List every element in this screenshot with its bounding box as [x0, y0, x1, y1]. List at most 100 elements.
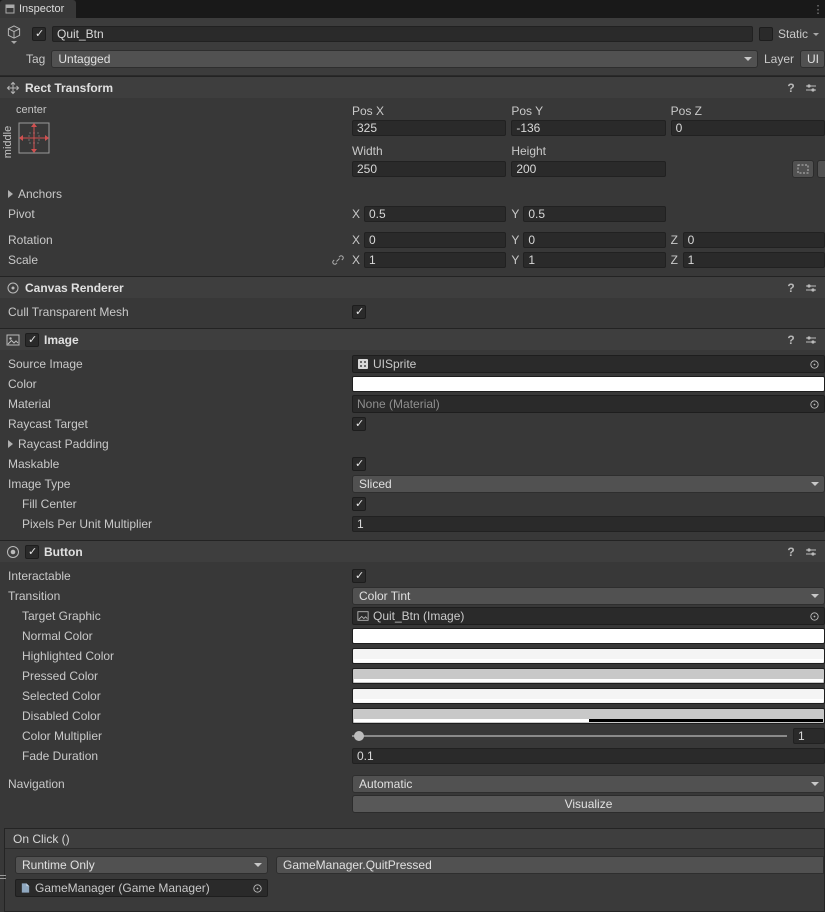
pixels-per-unit-label: Pixels Per Unit Multiplier: [22, 517, 153, 531]
axis-z-label: Z: [670, 233, 678, 247]
anchor-preset-widget[interactable]: [14, 118, 54, 158]
image-enabled-checkbox[interactable]: [25, 332, 39, 347]
image-icon: [357, 610, 369, 622]
raw-edit-mode-button[interactable]: [816, 160, 825, 178]
event-mode-value: Runtime Only: [22, 858, 95, 872]
button-body: Interactable Transition Color Tint Targe…: [0, 562, 825, 820]
pressed-color-swatch[interactable]: [352, 668, 825, 684]
tag-label: Tag: [26, 52, 46, 66]
layer-label: Layer: [763, 52, 794, 66]
source-image-field[interactable]: UISprite: [352, 355, 825, 373]
pivot-y-input[interactable]: [523, 206, 666, 222]
presets-icon[interactable]: [803, 546, 819, 558]
pivot-x-input[interactable]: [364, 206, 507, 222]
disabled-color-swatch[interactable]: [352, 708, 825, 724]
rotation-z-input[interactable]: [682, 232, 825, 248]
static-dropdown-caret[interactable]: [813, 33, 819, 36]
image-header[interactable]: Image ?: [0, 328, 825, 350]
pixels-per-unit-input[interactable]: [352, 516, 825, 532]
interactable-checkbox[interactable]: [352, 569, 366, 583]
fill-center-checkbox[interactable]: [352, 497, 366, 511]
image-color-swatch[interactable]: [352, 376, 825, 392]
navigation-dropdown[interactable]: Automatic: [352, 775, 825, 793]
navigation-label: Navigation: [8, 777, 65, 791]
slider-handle[interactable]: [354, 731, 364, 741]
color-multiplier-input[interactable]: [793, 728, 825, 744]
event-target-field[interactable]: GameManager (Game Manager): [15, 879, 268, 897]
fill-center-label: Fill Center: [22, 497, 77, 511]
button-header[interactable]: Button ?: [0, 540, 825, 562]
link-scale-icon[interactable]: [332, 254, 344, 266]
axis-z-label: Z: [670, 253, 678, 267]
visualize-button[interactable]: Visualize: [352, 795, 825, 813]
help-icon[interactable]: ?: [784, 545, 798, 559]
pressed-color-label: Pressed Color: [22, 669, 99, 683]
fade-duration-input[interactable]: [352, 748, 825, 764]
axis-x-label: X: [352, 253, 361, 267]
on-click-header: On Click (): [5, 829, 824, 849]
rotation-x-input[interactable]: [364, 232, 507, 248]
help-icon[interactable]: ?: [784, 333, 798, 347]
material-field[interactable]: None (Material): [352, 395, 825, 413]
object-picker-icon[interactable]: [807, 359, 822, 370]
transition-label: Transition: [8, 589, 61, 603]
cull-transparent-mesh-checkbox[interactable]: [352, 305, 366, 319]
transition-dropdown[interactable]: Color Tint: [352, 587, 825, 605]
anchors-foldout[interactable]: Anchors: [8, 187, 352, 201]
axis-y-label: Y: [511, 233, 520, 247]
gameobject-name-input[interactable]: [52, 26, 753, 42]
normal-color-swatch[interactable]: [352, 628, 825, 644]
target-graphic-field[interactable]: Quit_Btn (Image): [352, 607, 825, 625]
raycast-target-checkbox[interactable]: [352, 417, 366, 431]
pos-z-input[interactable]: [670, 120, 825, 136]
canvas-renderer-header[interactable]: Canvas Renderer ?: [0, 276, 825, 298]
color-multiplier-slider[interactable]: [352, 728, 787, 744]
object-picker-icon[interactable]: [807, 399, 822, 410]
pos-x-input[interactable]: [352, 120, 507, 136]
drag-handle[interactable]: [0, 873, 6, 881]
scale-z-input[interactable]: [682, 252, 825, 268]
event-mode-dropdown[interactable]: Runtime Only: [15, 856, 268, 874]
material-value: None (Material): [357, 397, 440, 411]
fade-duration-label: Fade Duration: [22, 749, 99, 763]
image-title: Image: [44, 332, 79, 347]
layer-dropdown[interactable]: UI: [800, 50, 825, 68]
scale-x-input[interactable]: [364, 252, 507, 268]
tab-inspector[interactable]: Inspector: [0, 0, 77, 18]
rotation-y-input[interactable]: [523, 232, 666, 248]
presets-icon[interactable]: [803, 82, 819, 94]
object-picker-icon[interactable]: [250, 883, 265, 894]
help-icon[interactable]: ?: [784, 281, 798, 295]
button-enabled-checkbox[interactable]: [25, 544, 39, 559]
image-component: Image ? Source Image UISprite Color: [0, 328, 825, 540]
height-input[interactable]: [511, 161, 666, 177]
highlighted-color-swatch[interactable]: [352, 648, 825, 664]
active-checkbox[interactable]: [32, 27, 46, 41]
cull-transparent-mesh-label: Cull Transparent Mesh: [8, 305, 129, 319]
scale-y-input[interactable]: [523, 252, 666, 268]
event-function-dropdown[interactable]: GameManager.QuitPressed: [276, 856, 824, 874]
maskable-checkbox[interactable]: [352, 457, 366, 471]
normal-color-label: Normal Color: [22, 629, 93, 643]
icon-dropdown-caret: [11, 40, 17, 44]
rect-transform-header[interactable]: Rect Transform ?: [0, 76, 825, 98]
panel-menu-icon[interactable]: ⋮: [811, 0, 825, 18]
presets-icon[interactable]: [803, 282, 819, 294]
selected-color-swatch[interactable]: [352, 688, 825, 704]
object-picker-icon[interactable]: [807, 611, 822, 622]
image-type-dropdown[interactable]: Sliced: [352, 475, 825, 493]
gameobject-icon[interactable]: [2, 24, 26, 44]
tag-dropdown[interactable]: Untagged: [51, 50, 758, 68]
raycast-padding-foldout[interactable]: Raycast Padding: [8, 437, 352, 451]
alpha-track: [354, 659, 823, 662]
canvas-renderer-body: Cull Transparent Mesh: [0, 298, 825, 328]
width-input[interactable]: [352, 161, 507, 177]
blueprint-mode-button[interactable]: [791, 160, 814, 178]
static-label: Static: [777, 27, 808, 41]
layer-value: UI: [807, 52, 819, 66]
inspector-panel-icon: [5, 4, 15, 14]
help-icon[interactable]: ?: [784, 81, 798, 95]
pos-y-input[interactable]: [511, 120, 666, 136]
static-checkbox[interactable]: [758, 27, 773, 41]
presets-icon[interactable]: [803, 334, 819, 346]
